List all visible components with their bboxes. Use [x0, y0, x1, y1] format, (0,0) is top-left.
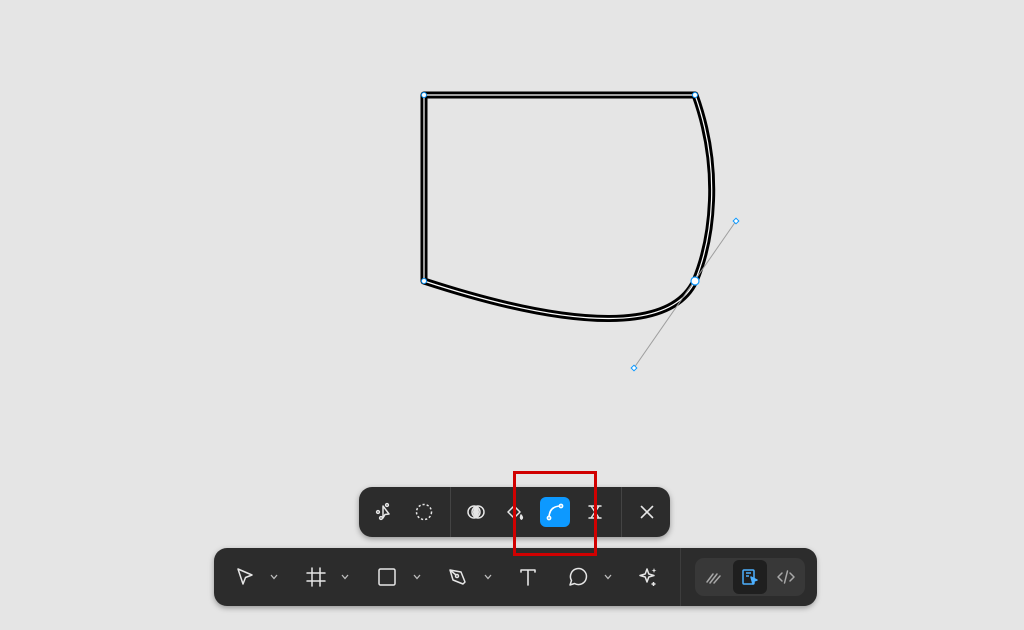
done-button[interactable] [633, 498, 661, 526]
comment-icon [569, 567, 588, 586]
highlight-box [513, 471, 597, 556]
pen-icon [449, 569, 466, 585]
chevron-down-icon[interactable] [413, 574, 421, 580]
main-toolbar [214, 548, 817, 606]
vertex-bottom-left[interactable] [421, 278, 427, 284]
move-tool-button[interactable] [230, 562, 260, 592]
chevron-down-icon[interactable] [484, 574, 492, 580]
chevron-down-icon[interactable] [270, 574, 278, 580]
actions-tool-button[interactable] [634, 562, 664, 592]
multi-edit-icon [375, 502, 390, 521]
frame-tool-button[interactable] [301, 562, 331, 592]
design-icon [742, 569, 758, 585]
close-icon [640, 505, 654, 519]
hash-icon [306, 567, 326, 587]
vector-shape[interactable] [420, 91, 716, 322]
shape-builder-button[interactable] [462, 498, 490, 526]
text-icon [520, 569, 536, 586]
mode-switcher [680, 548, 817, 606]
chevron-down-icon[interactable] [604, 574, 612, 580]
vertex-selected[interactable] [690, 276, 700, 286]
text-tool-button[interactable] [513, 562, 543, 592]
cursor-icon [237, 568, 253, 585]
draw-mode-button[interactable] [699, 562, 729, 592]
lasso-icon [415, 503, 433, 521]
rectangle-tool-button[interactable] [372, 562, 402, 592]
multi-edit-button[interactable] [370, 498, 398, 526]
design-mode-button[interactable] [733, 560, 767, 594]
pen-tool-button[interactable] [443, 562, 473, 592]
lasso-button[interactable] [410, 498, 438, 526]
code-icon [777, 570, 795, 584]
bezier-handle-line [633, 220, 737, 369]
vertex-top-right[interactable] [692, 92, 698, 98]
vertex-top-left[interactable] [421, 92, 427, 98]
dev-mode-button[interactable] [771, 562, 801, 592]
draw-icon [706, 573, 721, 584]
shape-builder-icon [467, 505, 485, 519]
comment-tool-button[interactable] [563, 562, 593, 592]
sparkle-icon [639, 568, 657, 586]
chevron-down-icon[interactable] [341, 574, 349, 580]
rectangle-icon [378, 568, 396, 586]
